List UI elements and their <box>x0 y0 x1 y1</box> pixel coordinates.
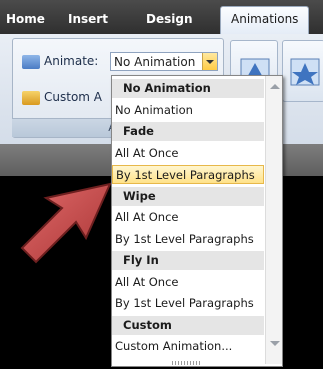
dropdown-item[interactable]: All At Once <box>112 208 264 227</box>
scroll-down-icon[interactable] <box>270 341 280 346</box>
scrollbar[interactable] <box>265 76 282 364</box>
transition-thumbnail-button-2[interactable] <box>282 40 323 102</box>
dropdown-item[interactable]: All At Once <box>112 144 264 163</box>
animate-combo[interactable]: No Animation <box>110 52 218 71</box>
dropdown-item[interactable]: By 1st Level Paragraphs <box>112 165 264 184</box>
tab-design[interactable]: Design <box>146 7 193 34</box>
animation-dropdown-list[interactable]: No Animation No Animation Fade All At Once B… <box>111 75 283 367</box>
dropdown-item[interactable]: No Animation <box>112 101 264 120</box>
animate-icon <box>22 55 40 69</box>
ribbon-tab-bar: Home Insert Design Animations <box>0 0 323 36</box>
resize-grip-icon[interactable] <box>172 361 202 365</box>
custom-animation-icon <box>22 91 40 105</box>
dropdown-item[interactable]: By 1st Level Paragraphs <box>112 294 264 313</box>
custom-animation-label[interactable]: Custom A <box>44 90 102 104</box>
dropdown-group-header: Wipe <box>112 186 264 206</box>
tab-home[interactable]: Home <box>6 7 45 34</box>
dropdown-item[interactable]: All At Once <box>112 273 264 292</box>
dropdown-group-header: Fade <box>112 122 264 141</box>
scroll-up-icon[interactable] <box>270 84 280 89</box>
transition-icon <box>290 58 320 86</box>
dropdown-group-header: No Animation <box>112 79 264 98</box>
tab-insert[interactable]: Insert <box>68 7 108 34</box>
dropdown-group-header: Custom <box>112 315 264 335</box>
dropdown-item[interactable]: Custom Animation... <box>112 337 264 356</box>
animate-combo-value: No Animation <box>114 55 196 69</box>
combo-dropdown-button[interactable] <box>202 53 217 70</box>
dropdown-item[interactable]: By 1st Level Paragraphs <box>112 230 264 249</box>
dropdown-group-header: Fly In <box>112 251 264 270</box>
tab-animations[interactable]: Animations <box>220 6 310 36</box>
animate-label: Animate: <box>44 54 99 68</box>
pointer-arrow-icon <box>20 182 112 264</box>
